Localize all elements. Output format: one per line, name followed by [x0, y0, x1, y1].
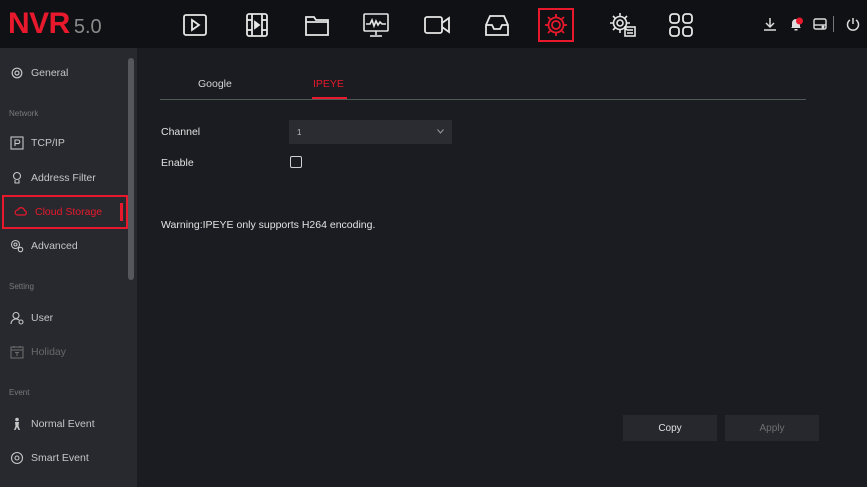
- chevron-down-icon: [437, 129, 444, 134]
- sidebar-item-cloud-storage[interactable]: Cloud Storage: [2, 195, 128, 229]
- tcpip-icon: [10, 136, 24, 150]
- main-panel: Google IPEYE Channel 1 Enable Warning:IP…: [137, 48, 867, 487]
- sidebar-item-tcpip[interactable]: TCP/IP: [0, 126, 128, 160]
- sidebar-item-normal-event[interactable]: Normal Event: [0, 407, 128, 441]
- system-settings-icon[interactable]: [605, 8, 641, 42]
- section-header-network: Network: [9, 109, 39, 118]
- enable-checkbox[interactable]: [290, 156, 302, 168]
- video-clip-icon[interactable]: [239, 8, 275, 42]
- power-icon[interactable]: [843, 14, 863, 34]
- copy-button[interactable]: Copy: [623, 415, 717, 441]
- sidebar-item-label: Cloud Storage: [35, 206, 103, 218]
- sidebar: General Network TCP/IP Address Filter Cl…: [0, 48, 137, 487]
- gear-icon: [11, 67, 23, 79]
- smart-event-icon: [10, 451, 24, 465]
- sidebar-item-label: User: [31, 312, 54, 324]
- channel-select[interactable]: 1: [289, 120, 452, 144]
- sidebar-item-label: Advanced: [31, 240, 78, 252]
- sidebar-item-label: Holiday: [31, 346, 67, 358]
- folder-icon[interactable]: [299, 8, 335, 42]
- sidebar-item-label: Smart Event: [31, 452, 89, 464]
- monitor-icon[interactable]: [358, 8, 394, 42]
- channel-select-value: 1: [297, 127, 302, 137]
- apply-button[interactable]: Apply: [725, 415, 819, 441]
- camera-icon[interactable]: [419, 8, 455, 42]
- tab-ipeye[interactable]: IPEYE: [313, 78, 344, 90]
- alarm-bell-icon[interactable]: [786, 14, 806, 34]
- enable-label: Enable: [161, 157, 194, 169]
- filter-icon: [12, 171, 22, 184]
- grid-layout-icon[interactable]: [663, 8, 699, 42]
- sidebar-scrollbar[interactable]: [128, 58, 134, 280]
- app-logo: NVR 5.0: [8, 6, 102, 42]
- sidebar-item-advanced[interactable]: Advanced: [0, 229, 128, 263]
- sidebar-item-smart-event[interactable]: Smart Event: [0, 441, 128, 475]
- active-indicator: [120, 203, 123, 221]
- warning-text: Warning:IPEYE only supports H264 encodin…: [161, 219, 376, 231]
- settings-icon[interactable]: [538, 8, 574, 42]
- logo-brand: NVR: [8, 7, 70, 40]
- playback-icon[interactable]: [177, 8, 213, 42]
- sidebar-item-label: TCP/IP: [31, 137, 65, 149]
- logo-version: 5.0: [73, 16, 102, 38]
- sidebar-item-user[interactable]: User: [0, 301, 128, 335]
- tab-google[interactable]: Google: [198, 78, 232, 90]
- sidebar-item-general[interactable]: General: [0, 56, 128, 90]
- download-icon[interactable]: [760, 14, 780, 34]
- calendar-icon: [10, 346, 24, 359]
- top-bar: NVR 5.0: [0, 0, 867, 48]
- sidebar-item-holiday: Holiday: [0, 335, 128, 369]
- sidebar-item-label: Normal Event: [31, 418, 95, 430]
- disk-icon[interactable]: [810, 14, 830, 34]
- sidebar-item-address-filter[interactable]: Address Filter: [0, 161, 128, 195]
- cloud-icon: [14, 207, 27, 216]
- sidebar-item-label: General: [31, 67, 69, 79]
- storage-icon[interactable]: [479, 8, 515, 42]
- channel-label: Channel: [161, 126, 201, 138]
- advanced-gear-icon: [10, 239, 24, 253]
- section-header-event: Event: [9, 388, 30, 397]
- topbar-divider: [833, 16, 834, 32]
- user-icon: [10, 311, 24, 325]
- sidebar-item-label: Address Filter: [31, 172, 96, 184]
- section-header-setting: Setting: [9, 282, 34, 291]
- tab-divider: [160, 99, 806, 100]
- motion-person-icon: [14, 417, 20, 430]
